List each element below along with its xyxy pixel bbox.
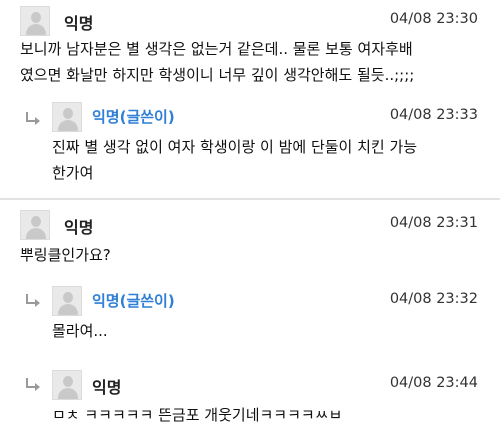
reply-text: ㅁㅊ ㅋㅋㅋㅋㅋ 뜬금포 개웃기네ㅋㅋㅋㅋㅆㅂ (52, 406, 343, 424)
comment-text: 보니까 남자분은 별 생각은 없는거 같은데.. 물론 보통 여자후배 였으면 … (20, 40, 415, 84)
comment-text: 뿌링클인가요? (20, 246, 111, 264)
profile-avatar-icon (52, 370, 82, 400)
reply-time: 04/08 23:44 (389, 375, 478, 391)
comment-time: 04/08 23:31 (389, 215, 478, 231)
profile-avatar-icon (52, 102, 82, 132)
comment-divider (0, 198, 500, 200)
comment-author: 익명 (64, 14, 94, 33)
reply-author: 익명(글쓴이) (92, 292, 175, 310)
comment-author: 익명 (64, 218, 94, 237)
comment-thread: 익명 04/08 23:30 보니까 남자분은 별 생각은 없는거 같은데.. … (0, 0, 500, 448)
comment-time: 04/08 23:30 (389, 11, 478, 27)
reply-time: 04/08 23:32 (389, 291, 478, 307)
reply-text: 몰라여... (52, 322, 108, 340)
reply-author: 익명(글쓴이) (92, 108, 175, 126)
reply-arrow-icon (26, 112, 40, 126)
profile-avatar-icon (20, 210, 50, 240)
profile-avatar-icon (20, 6, 50, 36)
reply-time: 04/08 23:33 (389, 107, 478, 123)
reply-text: 진짜 별 생각 없이 여자 학생이랑 이 밤에 단둘이 치킨 가능 한가여 (52, 138, 418, 182)
profile-avatar-icon (52, 286, 82, 316)
reply-arrow-icon (26, 294, 40, 308)
reply-author: 익명 (92, 378, 122, 397)
reply-arrow-icon (26, 378, 40, 392)
